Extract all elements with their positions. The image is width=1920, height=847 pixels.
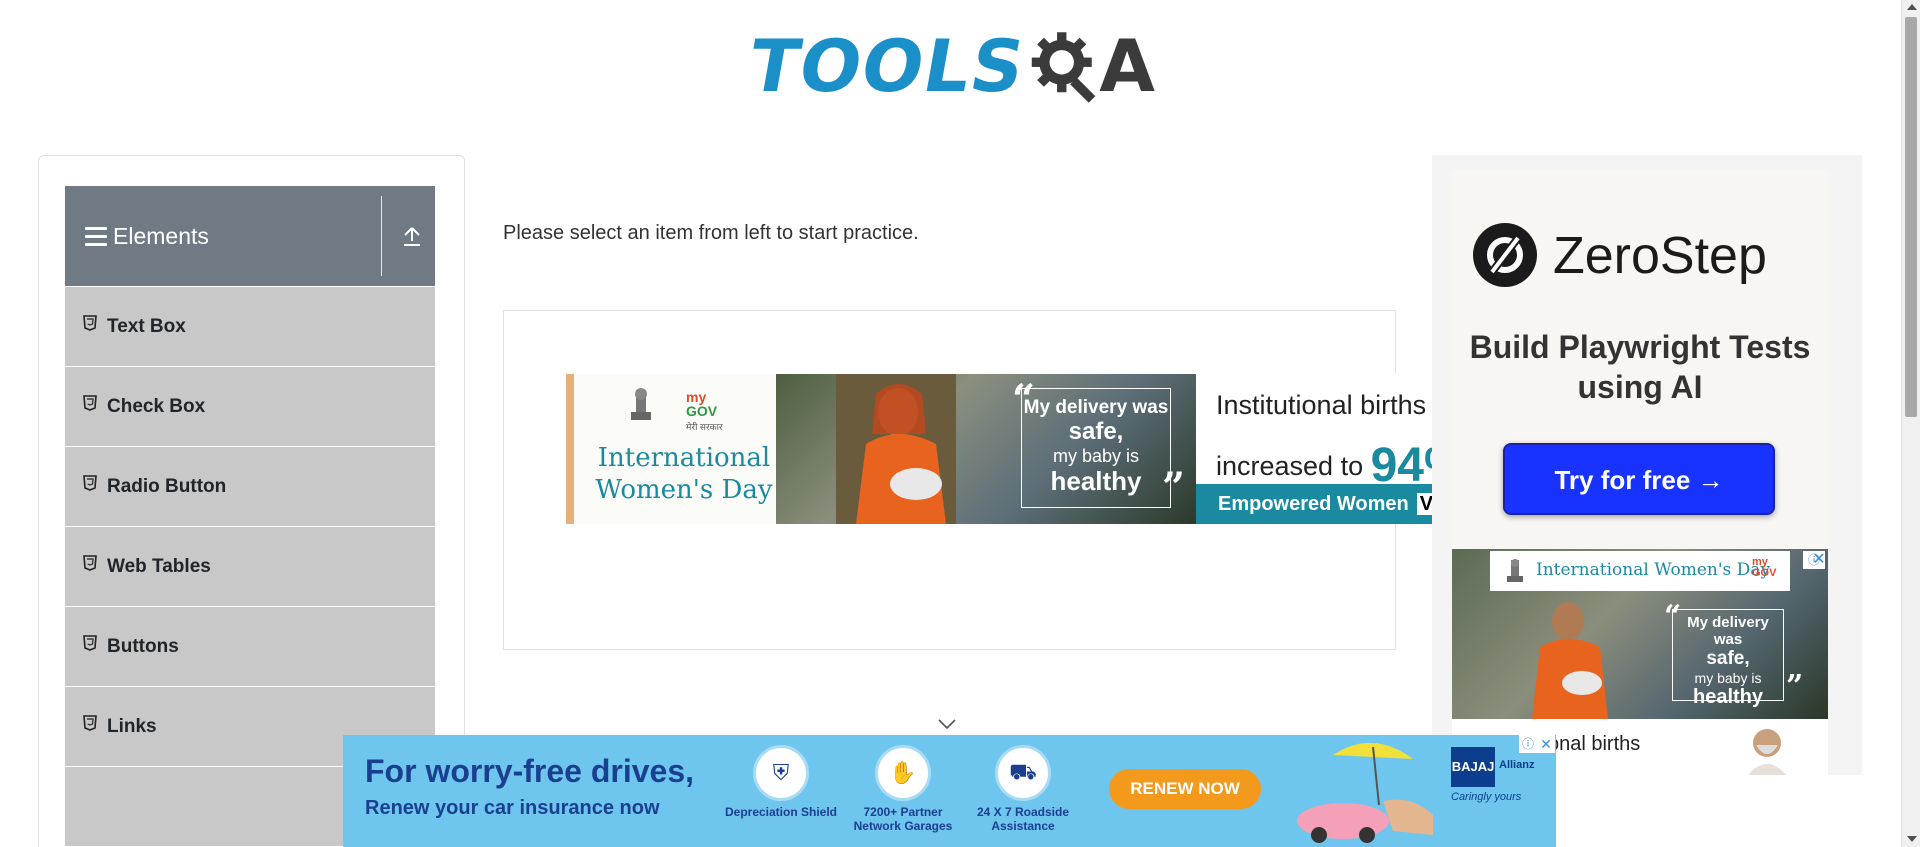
try-for-free-button[interactable]: Try for free → — [1503, 443, 1775, 515]
portrait-image — [1748, 729, 1786, 775]
feature-garages: ✋ 7200+ Partner Network Garages — [843, 745, 963, 833]
ad-close-icon[interactable]: ✕ — [1811, 551, 1827, 569]
car-shield-icon: ⛨ — [753, 745, 809, 801]
menu-item-label: Buttons — [107, 635, 179, 657]
scroll-down-arrow-icon[interactable] — [1907, 836, 1917, 842]
ad-headline: For worry-free drives, — [365, 753, 694, 789]
small-womens-day-ad[interactable]: International Women's Day my GOV “ My de… — [1452, 549, 1828, 719]
html5-icon — [83, 314, 97, 331]
upload-arrow-icon[interactable] — [401, 224, 423, 248]
ad-title: International Women's Day — [595, 443, 773, 505]
page: TOOLS A Elements Text Box Check Box Radi… — [0, 0, 1920, 847]
html5-icon — [83, 554, 97, 571]
menu-item-label: Text Box — [107, 315, 186, 337]
html5-icon — [83, 714, 97, 731]
center-ad-banner[interactable]: my GOV मेरी सरकार International Women's Da… — [566, 374, 1434, 524]
zerostep-logo-icon — [1473, 223, 1537, 287]
quote-box: My delivery was safe, my baby is healthy — [1021, 388, 1171, 508]
ad-subline: Renew your car insurance now — [365, 797, 660, 819]
menu-item-label: Radio Button — [107, 475, 227, 497]
feature-depreciation: ⛨ Depreciation Shield — [721, 745, 841, 819]
ad-left-panel: my GOV मेरी सरकार International Women's Da… — [566, 374, 776, 524]
feature-roadside: ⛟ 24 X 7 Roadside Assistance — [963, 745, 1083, 833]
bottom-insurance-ad[interactable]: For worry-free drives, Renew your car in… — [343, 735, 1556, 847]
slogan: Caringly yours — [1451, 791, 1522, 803]
html5-icon — [83, 394, 97, 411]
menu-item-label: Web Tables — [107, 555, 211, 577]
logo-text-tools: TOOLS — [742, 24, 1032, 108]
woman-with-baby-image — [836, 374, 956, 524]
ad-info-icon[interactable]: ⓘ — [1519, 735, 1537, 753]
html5-icon — [83, 474, 97, 491]
emblem-icon — [1507, 559, 1523, 582]
menu-item-check-box[interactable]: Check Box — [65, 367, 435, 447]
menu-item-buttons[interactable]: Buttons — [65, 607, 435, 687]
ad-photo: “ My delivery was safe, my baby is healt… — [776, 374, 1196, 524]
zerostep-tagline: Build Playwright Tests using AI — [1469, 329, 1811, 405]
small-ad-title-bar: International Women's Day my GOV — [1490, 551, 1790, 591]
menu-item-text-box[interactable]: Text Box — [65, 287, 435, 367]
scrollbar-thumb[interactable] — [1905, 17, 1917, 417]
toolsqa-logo[interactable]: TOOLS A — [743, 18, 1155, 114]
small-quote-box: My delivery was safe, my baby is healthy — [1672, 609, 1784, 708]
zerostep-brand: ZeroStep — [1553, 227, 1767, 285]
renew-now-button[interactable]: RENEW NOW — [1109, 769, 1261, 809]
chevron-down-icon[interactable] — [937, 718, 957, 730]
car-umbrella-image — [1297, 742, 1433, 843]
html5-icon — [83, 634, 97, 651]
menu-item-label: Check Box — [107, 395, 206, 417]
woman-with-baby-image — [1532, 602, 1608, 719]
allianz-logo: Allianz — [1499, 759, 1535, 771]
group-title: Elements — [113, 222, 209, 249]
ad-close-icon[interactable]: ✕ — [1537, 735, 1555, 753]
gear-magnifier-icon — [1032, 32, 1096, 103]
menu-item-label: Links — [107, 715, 157, 737]
emblem-icon — [631, 388, 651, 420]
bajaj-logo: BAJAJ — [1451, 747, 1495, 787]
ad-right-panel: Institutional births increased to 94% Em… — [1196, 374, 1434, 524]
logo-text-a: A — [1099, 24, 1155, 108]
vertical-scrollbar[interactable] — [1901, 0, 1920, 847]
scroll-up-arrow-icon[interactable] — [1907, 4, 1917, 10]
divider — [381, 196, 382, 276]
menu-item-radio-button[interactable]: Radio Button — [65, 447, 435, 527]
mygov-logo: my GOV मेरी सरकार — [686, 389, 723, 432]
tow-truck-icon: ⛟ — [995, 745, 1051, 801]
page-prompt: Please select an item from left to start… — [503, 222, 919, 244]
menu-item-web-tables[interactable]: Web Tables — [65, 527, 435, 607]
hamburger-icon — [85, 226, 107, 246]
handshake-icon: ✋ — [875, 745, 931, 801]
elements-group-header[interactable]: Elements — [65, 186, 435, 286]
